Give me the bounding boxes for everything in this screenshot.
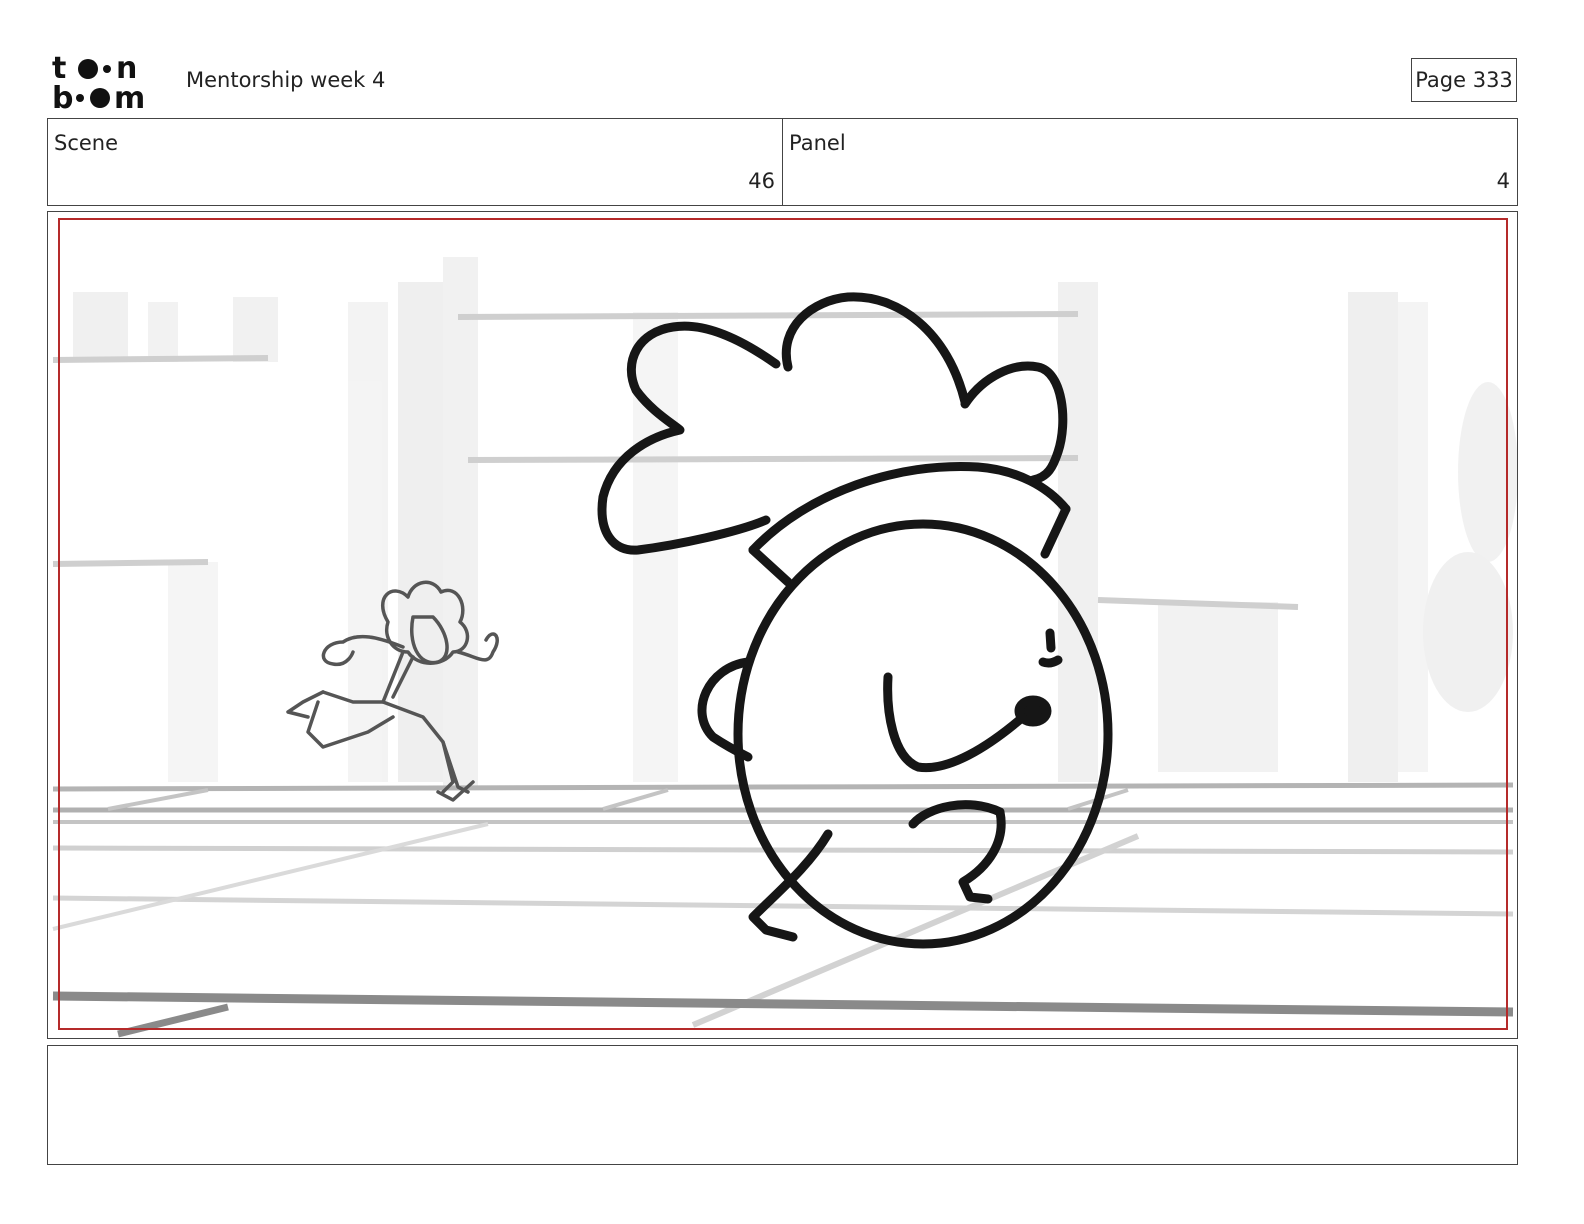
toon-boom-logo-mark: t n b m: [52, 52, 145, 110]
storyboard-frame: [47, 211, 1518, 1039]
scene-number: 46: [748, 169, 775, 193]
panel-label: Panel: [789, 131, 846, 155]
toon-boom-logo: t n b m: [52, 52, 164, 110]
svg-text:b: b: [52, 81, 73, 110]
background-buildings: [73, 257, 1517, 787]
panel-cell: Panel 4: [783, 119, 1517, 205]
floor-lines: [52, 782, 1514, 1038]
scene-label: Scene: [54, 131, 119, 155]
svg-text:m: m: [114, 81, 145, 110]
page-number: Page 333: [1415, 68, 1513, 92]
page-number-box: Page 333: [1411, 58, 1517, 102]
panel-number: 4: [1496, 169, 1510, 193]
notes-box[interactable]: [47, 1045, 1518, 1165]
scene-cell: Scene 46: [48, 119, 783, 205]
scene-panel-row: Scene 46 Panel 4: [47, 118, 1518, 206]
storyboard-drawing: [52, 218, 1517, 1038]
document-title: Mentorship week 4: [186, 68, 386, 92]
